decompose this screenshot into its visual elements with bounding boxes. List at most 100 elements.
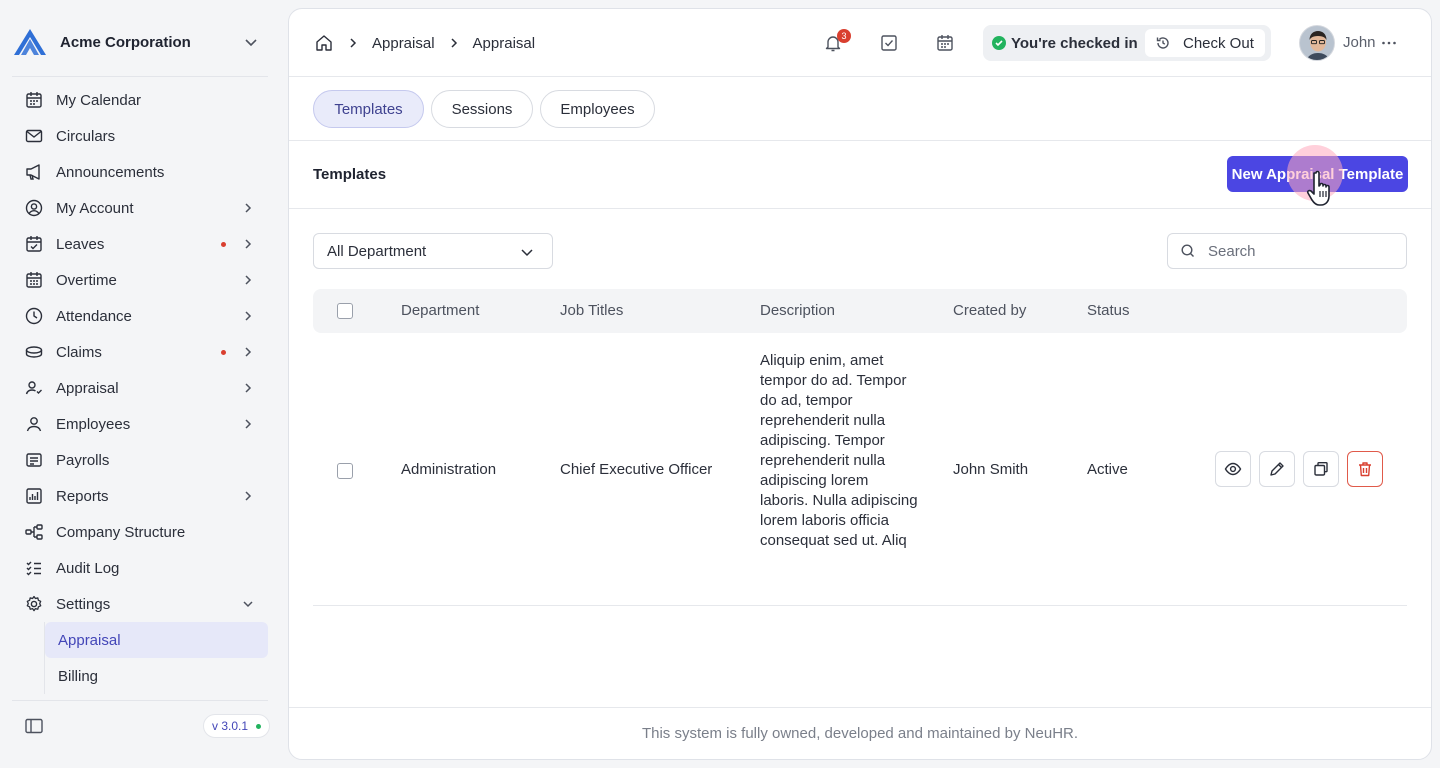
check-out-button[interactable]: Check Out xyxy=(1145,29,1265,57)
mail-icon xyxy=(25,129,43,143)
search-input[interactable] xyxy=(1208,242,1388,260)
chevron-right-icon xyxy=(245,383,252,393)
sidebar-item-payrolls[interactable]: Payrolls xyxy=(12,442,268,478)
section-title: Templates xyxy=(313,166,387,183)
column-header-job-titles[interactable]: Job Titles xyxy=(560,302,623,319)
chevron-right-icon xyxy=(245,239,252,249)
edit-button[interactable] xyxy=(1259,451,1295,487)
chevron-right-icon xyxy=(451,38,457,48)
avatar[interactable] xyxy=(1299,25,1335,61)
trash-icon xyxy=(1359,462,1371,477)
checkin-status: You're checked in xyxy=(1011,35,1138,52)
more-horizontal-icon[interactable] xyxy=(1379,33,1399,53)
column-header-created-by[interactable]: Created by xyxy=(953,302,1026,319)
avatar-image xyxy=(1300,26,1334,60)
chevron-down-icon[interactable] xyxy=(242,33,260,51)
cell-created-by: John Smith xyxy=(953,461,1029,478)
sidebar-item-my-account[interactable]: My Account xyxy=(12,190,268,226)
tab-templates[interactable]: Templates xyxy=(313,90,424,128)
select-all-checkbox[interactable] xyxy=(337,303,353,319)
tab-sessions[interactable]: Sessions xyxy=(431,90,533,128)
topbar: Appraisal Appraisal 3 You're checked in xyxy=(289,9,1431,77)
sidebar-item-label: Attendance xyxy=(56,307,132,325)
sidebar-item-circulars[interactable]: Circulars xyxy=(12,118,268,154)
sidebar-item-label: Claims xyxy=(56,343,102,361)
check-out-label: Check Out xyxy=(1183,34,1254,52)
calendar-icon[interactable] xyxy=(935,33,955,53)
sidebar-item-label: Leaves xyxy=(56,235,105,253)
home-icon[interactable] xyxy=(314,33,334,53)
table-row: Administration Chief Executive Officer A… xyxy=(313,333,1407,606)
breadcrumb-item[interactable]: Appraisal xyxy=(372,35,435,52)
column-header-department[interactable]: Department xyxy=(401,302,479,319)
divider xyxy=(12,76,268,77)
calendar-check-icon xyxy=(26,236,42,252)
sidebar-nav: My Calendar Circulars Announcements My A… xyxy=(12,82,268,622)
sidebar-item-leaves[interactable]: Leaves xyxy=(12,226,268,262)
subnav-item-appraisal[interactable]: Appraisal xyxy=(45,622,268,658)
sidebar-item-claims[interactable]: Claims xyxy=(12,334,268,370)
sidebar-item-my-calendar[interactable]: My Calendar xyxy=(12,82,268,118)
view-button[interactable] xyxy=(1215,451,1251,487)
row-checkbox[interactable] xyxy=(337,463,353,479)
sidebar-item-label: Circulars xyxy=(56,127,116,145)
delete-button[interactable] xyxy=(1347,451,1383,487)
section-header: Templates New Appraisal Template xyxy=(289,141,1431,209)
sidebar-item-company-structure[interactable]: Company Structure xyxy=(12,514,268,550)
org-switcher[interactable]: Acme Corporation xyxy=(12,26,268,58)
user-check-icon xyxy=(25,381,42,395)
sidebar-item-employees[interactable]: Employees xyxy=(12,406,268,442)
sidebar-item-label: My Account xyxy=(56,199,134,217)
column-header-description[interactable]: Description xyxy=(760,302,835,319)
acme-logo-icon xyxy=(14,29,46,55)
sidebar-toggle-icon[interactable] xyxy=(24,716,44,736)
pencil-icon xyxy=(1270,462,1284,476)
sidebar-item-reports[interactable]: Reports xyxy=(12,478,268,514)
new-appraisal-template-button[interactable]: New Appraisal Template xyxy=(1227,156,1408,192)
notification-dot xyxy=(221,349,226,355)
footer-text: This system is fully owned, developed an… xyxy=(641,725,1079,742)
org-name: Acme Corporation xyxy=(60,33,191,51)
task-check-icon[interactable] xyxy=(879,33,899,53)
clock-rotate-icon xyxy=(1156,37,1169,49)
calendar-icon xyxy=(26,92,42,108)
chevron-right-icon xyxy=(245,311,252,321)
duplicate-button[interactable] xyxy=(1303,451,1339,487)
chevron-right-icon xyxy=(245,203,252,213)
breadcrumb: Appraisal Appraisal xyxy=(314,33,535,53)
sidebar-item-label: Reports xyxy=(56,487,109,505)
table-header: Department Job Titles Description Create… xyxy=(313,289,1407,333)
chevron-right-icon xyxy=(350,38,357,48)
sidebar-item-appraisal[interactable]: Appraisal xyxy=(12,370,268,406)
sidebar-item-label: Announcements xyxy=(56,163,165,181)
coins-icon xyxy=(25,346,43,358)
sidebar-item-announcements[interactable]: Announcements xyxy=(12,154,268,190)
department-select-value: All Department xyxy=(327,242,427,260)
breadcrumb-item: Appraisal xyxy=(472,34,536,52)
subnav-item-billing[interactable]: Billing xyxy=(45,658,268,694)
sidebar-item-label: Appraisal xyxy=(56,379,119,397)
sidebar-item-audit-log[interactable]: Audit Log xyxy=(12,550,268,586)
sidebar-item-overtime[interactable]: Overtime xyxy=(12,262,268,298)
sidebar-item-label: Company Structure xyxy=(56,523,186,541)
sidebar-item-settings[interactable]: Settings xyxy=(12,586,268,622)
chevron-down-icon xyxy=(521,249,533,257)
user-name[interactable]: John xyxy=(1343,34,1376,51)
column-header-status[interactable]: Status xyxy=(1087,302,1130,319)
user-circle-icon xyxy=(25,199,43,217)
version-badge: v 3.0.1 xyxy=(203,714,271,738)
sidebar-item-label: Payrolls xyxy=(56,451,110,469)
search-icon xyxy=(1181,244,1194,257)
chevron-down-icon xyxy=(243,601,253,608)
receipt-icon xyxy=(26,453,42,467)
cell-status: Active xyxy=(1087,461,1128,478)
tab-employees[interactable]: Employees xyxy=(540,90,655,128)
hierarchy-icon xyxy=(25,524,43,540)
user-icon xyxy=(26,417,42,432)
cell-department: Administration xyxy=(401,461,497,478)
notification-badge: 3 xyxy=(837,29,851,43)
sidebar-item-label: Settings xyxy=(56,595,111,613)
sidebar-item-attendance[interactable]: Attendance xyxy=(12,298,268,334)
department-select[interactable]: All Department xyxy=(313,233,553,269)
checkin-widget: You're checked in Check Out xyxy=(983,25,1271,61)
